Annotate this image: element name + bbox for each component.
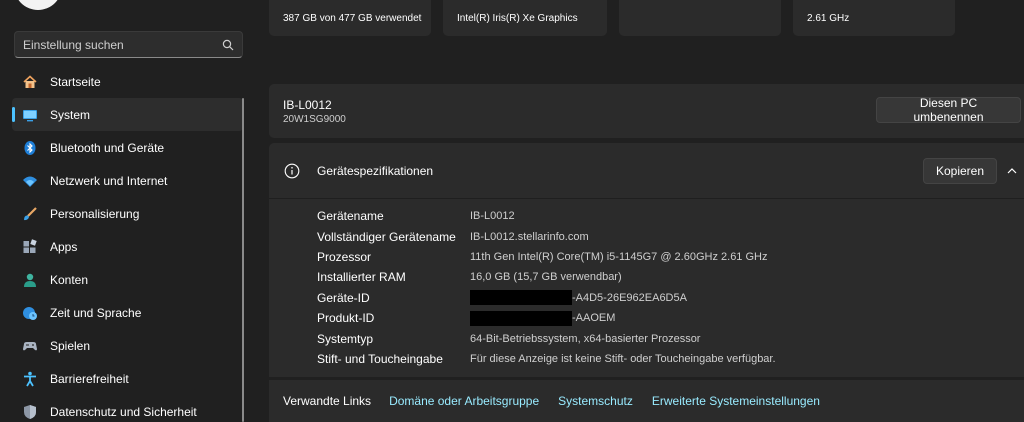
apps-icon xyxy=(22,238,38,255)
spec-row: Systemtyp 64-Bit-Betriebssystem, x64-bas… xyxy=(317,328,776,348)
cpu-speed-value: 2.61 GHz xyxy=(807,12,850,24)
spec-rows: Gerätename IB-L0012 Vollständiger Geräte… xyxy=(317,206,776,369)
globe-clock-icon xyxy=(22,305,38,321)
accessibility-icon xyxy=(22,371,38,387)
spec-value: -AAOEM xyxy=(572,312,616,325)
spec-row: Geräte-ID -A4D5-26E962EA6D5A xyxy=(317,288,776,308)
sidebar-item-datenschutz[interactable]: Datenschutz und Sicherheit xyxy=(12,395,243,422)
spec-value: -A4D5-26E962EA6D5A xyxy=(572,291,687,304)
spec-row: Prozessor 11th Gen Intel(R) Core(TM) i5-… xyxy=(317,247,776,267)
gamepad-icon xyxy=(22,338,38,354)
spec-value: 64-Bit-Betriebssystem, x64-basierter Pro… xyxy=(470,332,701,345)
spec-row: Vollständiger Gerätename IB-L0012.stella… xyxy=(317,226,776,246)
spec-label: Produkt-ID xyxy=(317,311,375,326)
device-name: IB-L0012 xyxy=(283,97,332,112)
search-input[interactable] xyxy=(23,37,222,52)
sidebar-item-personalisierung[interactable]: Personalisierung xyxy=(12,197,243,230)
graphics-card[interactable]: Intel(R) Iris(R) Xe Graphics xyxy=(443,0,607,36)
spec-label: Systemtyp xyxy=(317,331,374,346)
storage-value: 387 GB von 477 GB verwendet xyxy=(283,12,422,24)
monitor-icon xyxy=(22,107,38,123)
sidebar-item-startseite[interactable]: Startseite xyxy=(12,65,243,98)
storage-card[interactable]: 387 GB von 477 GB verwendet xyxy=(269,0,431,36)
spec-label: Vollständiger Gerätename xyxy=(317,229,456,244)
redaction-block xyxy=(470,310,572,326)
shield-icon xyxy=(22,404,38,420)
spec-label: Stift- und Toucheingabe xyxy=(317,351,443,366)
spec-label: Gerätename xyxy=(317,209,384,224)
sidebar-item-system[interactable]: System xyxy=(12,98,243,131)
person-icon xyxy=(22,272,38,288)
sidebar-item-label: Konten xyxy=(50,272,89,287)
sidebar-item-label: Netzwerk und Internet xyxy=(50,173,168,188)
user-avatar[interactable] xyxy=(14,0,62,10)
sidebar-item-barrierefreiheit[interactable]: Barrierefreiheit xyxy=(12,362,243,395)
redaction-block xyxy=(470,290,572,306)
wifi-icon xyxy=(22,173,38,189)
spec-value: Für diese Anzeige ist keine Stift- oder … xyxy=(470,352,776,365)
sidebar-item-label: Apps xyxy=(50,239,78,254)
spec-value: IB-L0012.stellarinfo.com xyxy=(470,230,589,243)
cpu-speed-card[interactable]: 2.61 GHz xyxy=(793,0,955,36)
specs-header[interactable]: Gerätespezifikationen Kopieren xyxy=(269,143,1024,199)
rename-pc-button[interactable]: Diesen PC umbenennen xyxy=(876,96,1021,124)
specs-title: Gerätespezifikationen xyxy=(317,164,434,178)
related-links-card: Verwandte Links Domäne oder Arbeitsgrupp… xyxy=(269,380,1024,422)
sidebar-item-label: Datenschutz und Sicherheit xyxy=(50,404,197,419)
info-icon xyxy=(284,163,300,179)
spec-row: Gerätename IB-L0012 xyxy=(317,206,776,226)
chevron-up-icon[interactable] xyxy=(1006,165,1018,177)
search-icon[interactable] xyxy=(222,39,234,51)
spec-label: Installierter RAM xyxy=(317,270,406,285)
sidebar-item-label: Spielen xyxy=(50,338,91,353)
device-model: 20W1SG9000 xyxy=(283,113,346,125)
device-rename-card: IB-L0012 20W1SG9000 Diesen PC umbenennen xyxy=(269,84,1024,138)
sidebar-item-label: Personalisierung xyxy=(50,206,140,221)
sidebar-item-label: Bluetooth und Geräte xyxy=(50,140,165,155)
home-icon xyxy=(22,74,38,90)
sidebar-item-netzwerk[interactable]: Netzwerk und Internet xyxy=(12,164,243,197)
bluetooth-icon xyxy=(22,140,38,156)
sidebar-item-zeit-sprache[interactable]: Zeit und Sprache xyxy=(12,296,243,329)
link-domain-workgroup[interactable]: Domäne oder Arbeitsgruppe xyxy=(389,394,539,408)
device-info: IB-L0012 20W1SG9000 xyxy=(283,98,346,125)
sidebar-nav: Startseite System Bluetooth und Geräte N… xyxy=(12,65,243,422)
spec-value: IB-L0012 xyxy=(470,210,515,223)
spec-row: Installierter RAM 16,0 GB (15,7 GB verwe… xyxy=(317,267,776,287)
link-system-protection[interactable]: Systemschutz xyxy=(558,394,633,408)
sidebar-item-konten[interactable]: Konten xyxy=(12,263,243,296)
sidebar-item-spielen[interactable]: Spielen xyxy=(12,329,243,362)
settings-search[interactable] xyxy=(14,31,243,58)
spec-row: Stift- und Toucheingabe Für diese Anzeig… xyxy=(317,349,776,369)
sidebar-item-apps[interactable]: Apps xyxy=(12,230,243,263)
sidebar-item-label: Startseite xyxy=(50,74,101,89)
sidebar-scrollbar[interactable] xyxy=(242,98,244,422)
device-specs-card: Gerätespezifikationen Kopieren Gerätenam… xyxy=(269,143,1024,377)
copy-button[interactable]: Kopieren xyxy=(923,158,997,184)
graphics-value: Intel(R) Iris(R) Xe Graphics xyxy=(457,12,578,24)
spec-value: 11th Gen Intel(R) Core(TM) i5-1145G7 @ 2… xyxy=(470,250,768,263)
empty-card[interactable] xyxy=(619,0,781,36)
sidebar-item-bluetooth[interactable]: Bluetooth und Geräte xyxy=(12,131,243,164)
related-links-title: Verwandte Links xyxy=(283,394,372,408)
sidebar-item-label: Zeit und Sprache xyxy=(50,305,142,320)
brush-icon xyxy=(22,206,38,222)
sidebar-item-label: Barrierefreiheit xyxy=(50,371,129,386)
sidebar-item-label: System xyxy=(50,107,91,122)
link-advanced-settings[interactable]: Erweiterte Systemeinstellungen xyxy=(652,394,820,408)
spec-value: 16,0 GB (15,7 GB verwendbar) xyxy=(470,271,622,284)
spec-label: Geräte-ID xyxy=(317,290,370,305)
spec-label: Prozessor xyxy=(317,249,372,264)
spec-row: Produkt-ID -AAOEM xyxy=(317,308,776,328)
